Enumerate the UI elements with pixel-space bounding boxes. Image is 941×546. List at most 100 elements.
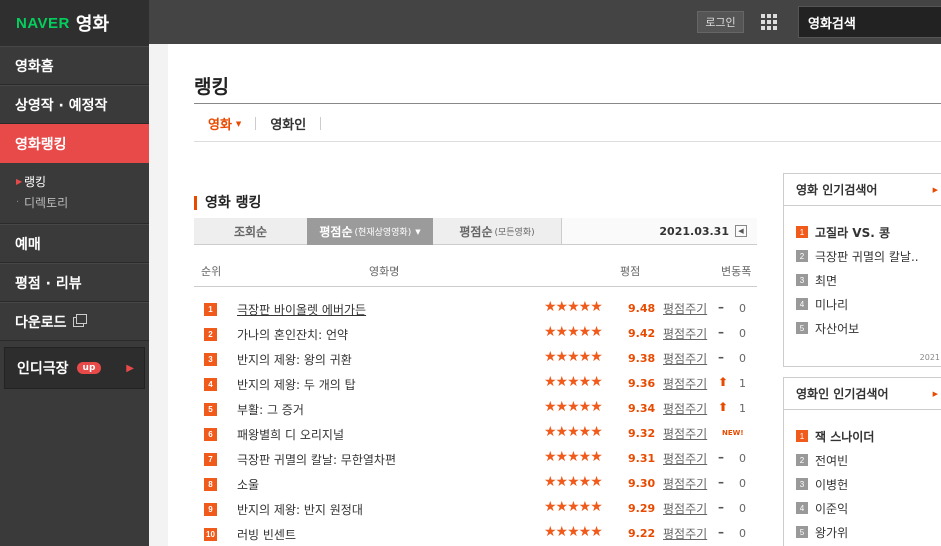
- col-title: 영화명: [369, 265, 400, 278]
- search-input[interactable]: 영화검색: [798, 6, 941, 38]
- indie-theater-banner[interactable]: 인디극장 up ▶: [4, 347, 145, 389]
- nav-download[interactable]: 다운로드: [0, 302, 149, 341]
- movie-title-link[interactable]: 러빙 빈센트: [237, 526, 296, 543]
- star-rating-icon: ★★★★★: [544, 499, 603, 515]
- nav-movie-home[interactable]: 영화홈: [0, 46, 149, 85]
- nav-movie-ranking[interactable]: 영화랭킹: [0, 124, 149, 163]
- divider: [194, 141, 941, 142]
- sort-tab-views[interactable]: 조회순: [194, 218, 307, 245]
- tab-movie[interactable]: 영화: [208, 114, 232, 133]
- rate-button[interactable]: 평점주기: [663, 475, 707, 492]
- sort-tab-label: 평점순: [319, 225, 353, 239]
- list-item[interactable]: 5 왕가위: [796, 520, 930, 544]
- list-item[interactable]: 1 잭 스나이더: [796, 424, 930, 448]
- movie-title-link[interactable]: 반지의 제왕: 왕의 귀환: [237, 351, 352, 368]
- search-term: 고질라 VS. 콩: [815, 225, 891, 240]
- search-term: 이준익: [815, 501, 849, 516]
- page-title: 랭킹: [194, 76, 229, 98]
- rank-badge: 5: [204, 403, 217, 416]
- tab-separator: [320, 117, 322, 130]
- nav-review[interactable]: 평점 · 리뷰: [0, 263, 149, 302]
- tab-separator: [255, 117, 257, 130]
- logo[interactable]: NAVER 영화: [0, 0, 149, 46]
- table-header: 순위 영화명 평점 변동폭: [194, 259, 757, 287]
- rank-number-badge: 1: [796, 226, 808, 238]
- table-row: 7 극장판 귀멸의 칼날: 무한열차편 ★★★★★ 9.31 평점주기 – 0: [194, 447, 757, 472]
- table-row: 5 부활: 그 증거 ★★★★★ 9.34 평점주기 ⬆ 1: [194, 397, 757, 422]
- sort-tab-sub: (모든영화): [494, 228, 535, 238]
- rate-button[interactable]: 평점주기: [663, 400, 707, 417]
- movie-title-link[interactable]: 반지의 제왕: 두 개의 탑: [237, 376, 356, 393]
- movie-title-link[interactable]: 부활: 그 증거: [237, 401, 304, 418]
- search-term: 전여빈: [815, 453, 849, 468]
- arrow-right-icon: ▶: [932, 389, 938, 398]
- search-term: 극장판 귀멸의 칼날..: [815, 249, 919, 264]
- star-rating-icon: ★★★★★: [544, 474, 603, 490]
- rate-button[interactable]: 평점주기: [663, 300, 707, 317]
- list-item[interactable]: 3 최면: [796, 268, 930, 292]
- movie-title-link[interactable]: 극장판 귀멸의 칼날: 무한열차편: [237, 451, 396, 468]
- list-item[interactable]: 4 미나리: [796, 292, 930, 316]
- rating-score: 9.29: [628, 502, 656, 515]
- rate-button[interactable]: 평점주기: [663, 375, 707, 392]
- sidebar: NAVER 영화 영화홈 상영작 · 예정작 영화랭킹 ▶ 랭킹 · 디렉토리 …: [0, 0, 149, 546]
- subnav-directory[interactable]: · 디렉토리: [16, 192, 149, 213]
- movie-title-link[interactable]: 패왕별희 디 오리지널: [237, 426, 344, 443]
- rating-score: 9.30: [628, 477, 656, 490]
- rate-button[interactable]: 평점주기: [663, 350, 707, 367]
- subnav-ranking[interactable]: ▶ 랭킹: [16, 171, 149, 192]
- change-indicator-icon: –: [718, 500, 724, 514]
- movie-title-link[interactable]: 소울: [237, 476, 259, 493]
- naver-logo-text: NAVER: [16, 14, 70, 32]
- movie-title-link[interactable]: 가나의 혼인잔치: 언약: [237, 326, 348, 343]
- table-row: 10 러빙 빈센트 ★★★★★ 9.22 평점주기 – 0: [194, 522, 757, 546]
- rank-badge: 7: [204, 453, 217, 466]
- popular-search-list: 1 잭 스나이더 2 전여빈 3 이병헌 4 이준익 5 왕가위: [784, 410, 941, 544]
- rank-badge: 1: [204, 303, 217, 316]
- star-rating-icon: ★★★★★: [544, 324, 603, 340]
- sort-tab-rating-all[interactable]: 평점순 (모든영화): [433, 218, 561, 245]
- list-item[interactable]: 2 전여빈: [796, 448, 930, 472]
- rate-button[interactable]: 평점주기: [663, 500, 707, 517]
- movie-title-link[interactable]: 반지의 제왕: 반지 원정대: [237, 501, 363, 518]
- list-item[interactable]: 3 이병헌: [796, 472, 930, 496]
- login-button[interactable]: 로그인: [697, 11, 744, 33]
- list-item[interactable]: 4 이준익: [796, 496, 930, 520]
- arrow-right-icon: ▶: [126, 362, 134, 374]
- star-rating-icon: ★★★★★: [544, 299, 603, 315]
- rate-button[interactable]: 평점주기: [663, 425, 707, 442]
- movie-title-link[interactable]: 극장판 바이올렛 에버가든: [237, 301, 366, 318]
- rate-button[interactable]: 평점주기: [663, 325, 707, 342]
- rank-badge: 8: [204, 478, 217, 491]
- rating-score: 9.48: [628, 302, 656, 315]
- ranking-subnav: ▶ 랭킹 · 디렉토리: [0, 163, 149, 224]
- change-value: 0: [739, 302, 746, 315]
- panel-date: 2021: [919, 353, 940, 362]
- search-term: 이병헌: [815, 477, 849, 492]
- up-badge: up: [76, 362, 102, 374]
- arrow-right-icon: ▶: [932, 185, 938, 194]
- panel-header[interactable]: 영화인 인기검색어 ▶: [784, 378, 941, 410]
- person-popular-search-panel: 영화인 인기검색어 ▶ 1 잭 스나이더 2 전여빈 3 이병헌 4 이준익 5 왕가위: [783, 377, 941, 546]
- list-item[interactable]: 5 자산어보: [796, 316, 930, 340]
- section-title: 영화 랭킹: [194, 196, 261, 210]
- rate-button[interactable]: 평점주기: [663, 525, 707, 542]
- nav-now-showing[interactable]: 상영작 · 예정작: [0, 85, 149, 124]
- tab-person[interactable]: 영화인: [270, 114, 306, 133]
- list-item[interactable]: 1 고질라 VS. 콩: [796, 220, 930, 244]
- col-rank: 순위: [201, 265, 222, 278]
- rank-number-badge: 2: [796, 454, 808, 466]
- rating-score: 9.22: [628, 527, 656, 540]
- list-item[interactable]: 2 극장판 귀멸의 칼날..: [796, 244, 930, 268]
- rate-button[interactable]: 평점주기: [663, 450, 707, 467]
- search-term: 미나리: [815, 297, 849, 312]
- panel-header[interactable]: 영화 인기검색어 ▶: [784, 174, 941, 206]
- star-rating-icon: ★★★★★: [544, 424, 603, 440]
- sort-tab-sub: (현재상영영화): [354, 228, 412, 238]
- sort-tab-rating-current[interactable]: 평점순 (현재상영영화) ▼: [307, 218, 433, 245]
- date-selector: 2021.03.31 ◀: [561, 218, 757, 244]
- prev-date-icon[interactable]: ◀: [735, 225, 747, 237]
- rating-score: 9.38: [628, 352, 656, 365]
- apps-grid-icon[interactable]: [761, 14, 777, 30]
- nav-booking[interactable]: 예매: [0, 224, 149, 263]
